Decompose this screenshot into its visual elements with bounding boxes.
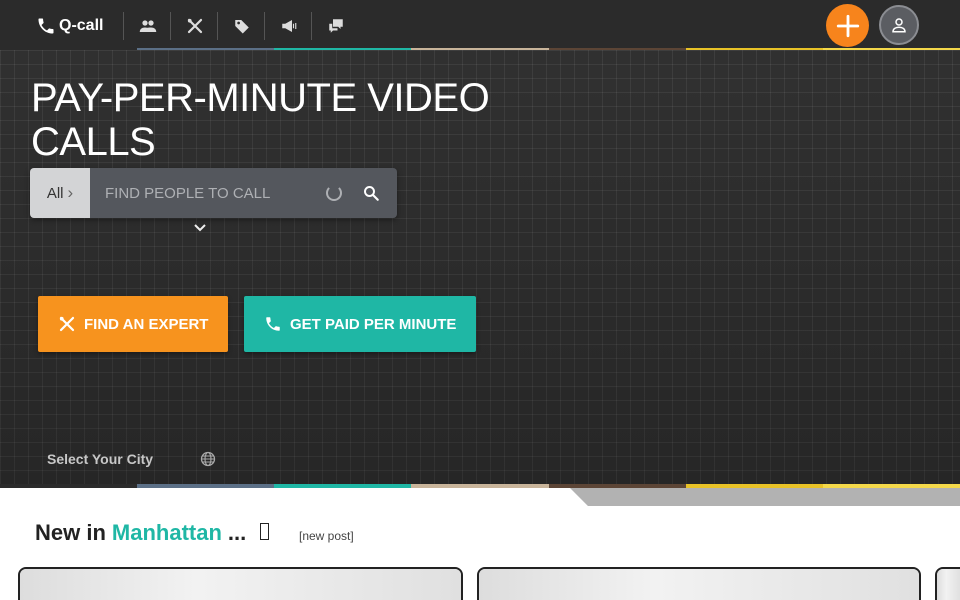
nav-divider	[170, 12, 171, 40]
user-menu-button[interactable]	[879, 5, 919, 45]
nav-divider	[311, 12, 312, 40]
search-button[interactable]	[360, 182, 382, 204]
tag-icon[interactable]	[231, 15, 253, 37]
chat-icon[interactable]	[325, 15, 347, 37]
user-icon	[892, 18, 906, 33]
globe-icon[interactable]	[200, 451, 216, 467]
section-city-link[interactable]: Manhattan	[112, 520, 222, 546]
megaphone-icon[interactable]	[278, 15, 300, 37]
nav-divider	[217, 12, 218, 40]
listing-thumbnail	[479, 569, 919, 600]
people-icon[interactable]	[137, 15, 159, 37]
listing-thumbnail	[937, 569, 960, 600]
listing-card[interactable]	[477, 567, 921, 600]
add-button[interactable]	[826, 4, 869, 47]
chevron-right-icon: ›	[67, 183, 74, 202]
search-scope-label: All	[46, 184, 64, 202]
listing-card[interactable]	[935, 567, 960, 600]
plus-icon	[836, 14, 859, 37]
search-icon	[364, 186, 379, 201]
color-strip-segment	[274, 484, 412, 488]
search-bar: All ›	[30, 168, 397, 218]
get-paid-label: GET PAID PER MINUTE	[290, 315, 457, 333]
brand-link[interactable]: Q-call	[36, 14, 103, 38]
tools-icon	[59, 316, 75, 332]
new-post-link[interactable]: [new post]	[299, 529, 354, 543]
color-strip-segment	[548, 484, 686, 488]
phone-icon	[38, 18, 54, 34]
listing-card[interactable]	[18, 567, 463, 600]
color-strip	[0, 484, 960, 488]
search-field	[90, 168, 397, 218]
section-heading-suffix: ...	[227, 520, 247, 545]
search-input[interactable]	[90, 168, 315, 218]
nav-divider	[123, 12, 124, 40]
select-city-link[interactable]: Select Your City	[47, 451, 153, 469]
get-paid-button[interactable]: GET PAID PER MINUTE	[244, 296, 476, 352]
find-expert-button[interactable]: FIND AN EXPERT	[38, 296, 228, 352]
hero-section: PAY-PER-MINUTE VIDEO CALLS All › FIND AN…	[0, 50, 960, 486]
nav-divider	[264, 12, 265, 40]
find-expert-label: FIND AN EXPERT	[84, 315, 209, 333]
hero-title: PAY-PER-MINUTE VIDEO CALLS	[31, 76, 490, 164]
color-strip-segment	[822, 484, 960, 488]
loading-spinner-icon	[326, 185, 342, 201]
tools-icon[interactable]	[184, 15, 206, 37]
listing-thumbnail	[20, 569, 461, 600]
missing-glyph-icon	[260, 523, 270, 540]
section-heading: New in Manhattan ...	[35, 520, 270, 546]
top-nav: Q-call	[0, 0, 960, 50]
phone-icon	[266, 317, 280, 331]
chevron-down-icon[interactable]	[192, 221, 208, 235]
color-strip-segment	[137, 484, 275, 488]
color-strip-segment	[0, 484, 138, 488]
brand-label: Q-call	[59, 17, 104, 34]
color-strip-segment	[411, 484, 549, 488]
search-scope-select[interactable]: All ›	[30, 168, 90, 218]
color-strip-segment	[685, 484, 823, 488]
section-heading-prefix: New in	[35, 520, 106, 545]
decorative-wedge	[570, 488, 960, 506]
